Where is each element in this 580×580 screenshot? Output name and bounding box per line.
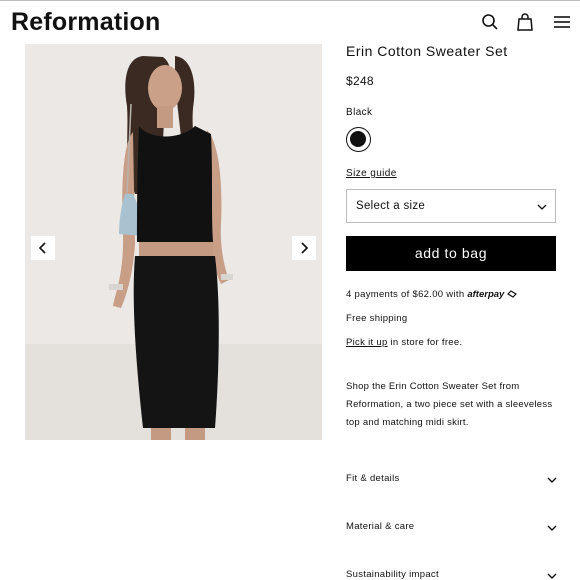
previous-image-button[interactable] (31, 236, 55, 260)
shipping-info: Free shipping (346, 313, 408, 324)
brand-logo[interactable]: Reformation (11, 8, 160, 37)
payments-text: 4 payments of $62.00 with (346, 289, 465, 300)
accordion-fit-details[interactable]: Fit & details (346, 470, 558, 490)
search-icon (482, 14, 498, 30)
swatch-dot (350, 131, 366, 147)
size-select[interactable]: Select a size (346, 189, 556, 223)
color-label: Black (346, 107, 373, 118)
chevron-down-icon (547, 523, 557, 533)
afterpay-logo[interactable]: afterpay (467, 289, 504, 300)
bag-button[interactable] (515, 12, 535, 32)
afterpay-icon (507, 290, 518, 298)
pickup-text: in store for free. (387, 337, 463, 348)
accordion-label: Fit & details (346, 473, 400, 484)
color-swatch-black[interactable] (346, 127, 371, 152)
product-photo (25, 44, 322, 440)
site-header: Reformation (0, 0, 580, 44)
next-image-button[interactable] (292, 236, 316, 260)
product-price: $248 (346, 74, 374, 88)
accordion-label: Sustainability impact (346, 569, 439, 580)
payment-installments: 4 payments of $62.00 with afterpay (346, 289, 518, 300)
chevron-down-icon (537, 202, 547, 212)
menu-button[interactable] (552, 12, 572, 32)
search-button[interactable] (480, 12, 500, 32)
add-to-bag-button[interactable]: add to bag (346, 236, 556, 271)
accordion-sustainability[interactable]: Sustainability impact (346, 566, 558, 580)
accordion-label: Material & care (346, 521, 415, 532)
chevron-down-icon (547, 571, 557, 580)
size-select-label: Select a size (356, 200, 426, 212)
chevron-right-icon (301, 242, 309, 254)
product-image-gallery[interactable] (25, 44, 322, 440)
store-pickup: Pick it up in store for free. (346, 337, 462, 348)
chevron-left-icon (38, 242, 46, 254)
product-description: Shop the Erin Cotton Sweater Set from Re… (346, 381, 553, 428)
size-guide-link[interactable]: Size guide (346, 168, 397, 179)
bag-icon (517, 13, 533, 31)
accordion-material-care[interactable]: Material & care (346, 518, 558, 538)
product-title: Erin Cotton Sweater Set (346, 43, 508, 59)
chevron-down-icon (547, 475, 557, 485)
pick-it-up-link[interactable]: Pick it up (346, 337, 388, 348)
menu-icon (554, 16, 570, 28)
